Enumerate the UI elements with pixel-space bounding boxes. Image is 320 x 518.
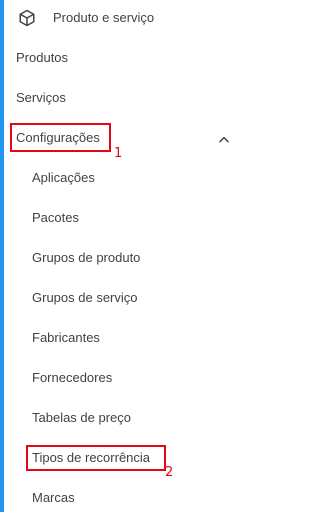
- menu-item-label: Produtos: [16, 50, 69, 65]
- submenu-item-tabelas-de-preco[interactable]: Tabelas de preço: [32, 398, 239, 438]
- submenu-item-label: Aplicações: [32, 170, 95, 185]
- submenu-item-label: Pacotes: [32, 210, 79, 225]
- submenu-item-label: Grupos de produto: [32, 250, 141, 265]
- submenu-item-grupos-de-produto[interactable]: Grupos de produto: [32, 238, 239, 278]
- submenu-item-grupos-de-servico[interactable]: Grupos de serviço: [32, 278, 239, 318]
- menu-item-configuracoes[interactable]: Configurações: [16, 118, 239, 158]
- submenu-item-aplicacoes[interactable]: Aplicações: [32, 158, 239, 198]
- menu-header-label: Produto e serviço: [53, 10, 155, 25]
- submenu-item-fornecedores[interactable]: Fornecedores: [32, 358, 239, 398]
- menu-item-label: Configurações: [16, 130, 100, 145]
- menu-item-label: Serviços: [16, 90, 66, 105]
- menu-item-servicos[interactable]: Serviços: [16, 78, 239, 118]
- menu-item-produtos[interactable]: Produtos: [16, 38, 239, 78]
- sidebar-accent-bar: [0, 0, 4, 512]
- submenu-item-label: Grupos de serviço: [32, 290, 138, 305]
- submenu-item-marcas[interactable]: Marcas: [32, 478, 239, 518]
- submenu-item-pacotes[interactable]: Pacotes: [32, 198, 239, 238]
- submenu-item-label: Marcas: [32, 490, 75, 505]
- cube-icon: [19, 9, 35, 27]
- submenu-item-fabricantes[interactable]: Fabricantes: [32, 318, 239, 358]
- menu-header-produto-servico[interactable]: Produto e serviço: [4, 0, 239, 36]
- annotation-number-1: 1: [114, 146, 123, 161]
- submenu-item-label: Tabelas de preço: [32, 410, 132, 425]
- annotation-number-2: 2: [165, 465, 174, 480]
- submenu-item-tipos-de-recorrencia[interactable]: Tipos de recorrência: [32, 438, 239, 478]
- submenu-item-label: Fabricantes: [32, 330, 100, 345]
- chevron-up-icon[interactable]: [217, 133, 231, 147]
- submenu-item-label: Fornecedores: [32, 370, 113, 385]
- submenu-item-label: Tipos de recorrência: [32, 450, 151, 465]
